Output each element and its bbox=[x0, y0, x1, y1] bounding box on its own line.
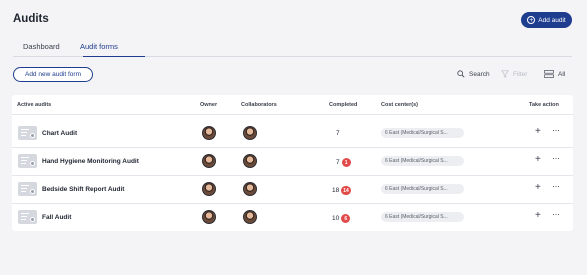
add-action-icon[interactable]: + bbox=[535, 211, 541, 221]
column-header-take-action: Take action bbox=[529, 102, 559, 108]
pending-badge: 1 bbox=[341, 158, 351, 167]
add-action-icon[interactable]: + bbox=[535, 155, 541, 165]
column-header-collaborators: Collaborators bbox=[241, 102, 277, 108]
audit-form-icon bbox=[18, 210, 37, 224]
audits-table: Active audits Owner Collaborators Comple… bbox=[12, 95, 573, 231]
collaborator-avatar[interactable] bbox=[243, 154, 257, 168]
pending-badge: 14 bbox=[341, 186, 351, 195]
audit-name-link[interactable]: Fall Audit bbox=[42, 214, 71, 221]
add-audit-button[interactable]: + Add audit bbox=[521, 12, 572, 28]
completed-value: 18 bbox=[332, 187, 340, 194]
column-header-active-audits: Active audits bbox=[17, 102, 52, 108]
search-button[interactable]: Search bbox=[457, 70, 490, 78]
completed-value: 7 bbox=[336, 130, 340, 137]
more-options-icon[interactable]: ··· bbox=[552, 182, 560, 191]
cost-center-chip: 6 East (Medical/Surgical S... bbox=[381, 212, 464, 222]
plus-circle-icon: + bbox=[527, 16, 536, 24]
add-audit-label: Add audit bbox=[538, 16, 566, 24]
filter-icon bbox=[501, 70, 509, 78]
audit-name-link[interactable]: Hand Hygiene Monitoring Audit bbox=[42, 158, 139, 165]
search-label: Search bbox=[469, 70, 490, 78]
completed-count: 18 14 bbox=[332, 186, 351, 195]
more-options-icon[interactable]: ··· bbox=[552, 154, 560, 163]
audit-form-icon bbox=[18, 182, 37, 196]
collaborator-avatar[interactable] bbox=[243, 126, 257, 140]
table-row[interactable]: Fall Audit 10 6 6 East (Medical/Surgical… bbox=[12, 204, 573, 232]
view-all-label: All bbox=[558, 70, 566, 78]
search-icon bbox=[457, 70, 465, 78]
owner-avatar[interactable] bbox=[202, 210, 216, 224]
add-action-icon[interactable]: + bbox=[535, 127, 541, 137]
filter-label: Filter bbox=[513, 70, 528, 78]
audit-form-icon bbox=[18, 126, 37, 140]
audit-form-icon bbox=[18, 154, 37, 168]
table-row[interactable]: Hand Hygiene Monitoring Audit 7 1 6 East… bbox=[12, 148, 573, 176]
add-action-icon[interactable]: + bbox=[535, 183, 541, 193]
table-header: Active audits Owner Collaborators Comple… bbox=[12, 95, 573, 115]
collaborator-avatar[interactable] bbox=[243, 210, 257, 224]
owner-avatar[interactable] bbox=[202, 154, 216, 168]
tab-dashboard[interactable]: Dashboard bbox=[23, 42, 60, 51]
audit-name-link[interactable]: Bedside Shift Report Audit bbox=[42, 186, 124, 193]
table-row[interactable]: Chart Audit 7 6 East (Medical/Surgical S… bbox=[12, 120, 573, 148]
list-view-icon bbox=[544, 70, 554, 78]
owner-avatar[interactable] bbox=[202, 182, 216, 196]
add-new-audit-form-button[interactable]: Add new audit form bbox=[13, 67, 93, 82]
more-options-icon[interactable]: ··· bbox=[552, 126, 560, 135]
view-all-button[interactable]: All bbox=[544, 70, 565, 78]
pending-badge: 6 bbox=[341, 214, 351, 223]
completed-count: 7 bbox=[336, 130, 340, 137]
tab-audit-forms[interactable]: Audit forms bbox=[80, 42, 118, 51]
owner-avatar[interactable] bbox=[202, 126, 216, 140]
cost-center-chip: 6 East (Medical/Surgical S... bbox=[381, 128, 464, 138]
completed-value: 10 bbox=[332, 215, 340, 222]
cost-center-chip: 6 East (Medical/Surgical S... bbox=[381, 156, 464, 166]
cost-center-chip: 6 East (Medical/Surgical S... bbox=[381, 184, 464, 194]
column-header-completed: Completed bbox=[329, 102, 358, 108]
table-row[interactable]: Bedside Shift Report Audit 18 14 6 East … bbox=[12, 176, 573, 204]
completed-count: 10 6 bbox=[332, 214, 351, 223]
column-header-owner: Owner bbox=[200, 102, 218, 108]
collaborator-avatar[interactable] bbox=[243, 182, 257, 196]
more-options-icon[interactable]: ··· bbox=[552, 210, 560, 219]
column-header-cost-centers: Cost center(s) bbox=[381, 102, 418, 108]
page-title: Audits bbox=[13, 13, 49, 25]
audit-name-link[interactable]: Chart Audit bbox=[42, 130, 77, 137]
active-tab-indicator bbox=[83, 55, 145, 57]
completed-value: 7 bbox=[336, 159, 340, 166]
filter-button[interactable]: Filter bbox=[501, 70, 527, 78]
tab-bar: Dashboard Audit forms bbox=[13, 40, 572, 57]
completed-count: 7 1 bbox=[336, 158, 351, 167]
